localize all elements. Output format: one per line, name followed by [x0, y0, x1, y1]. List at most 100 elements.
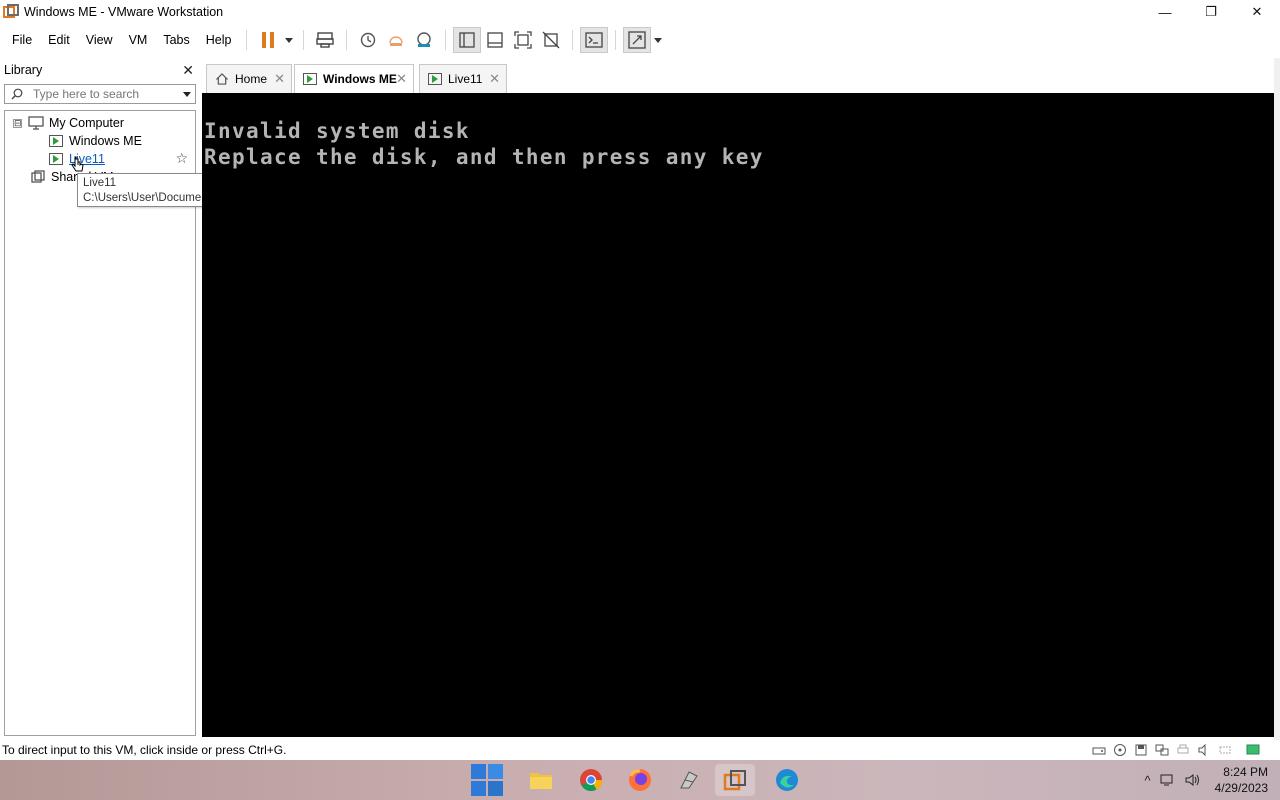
chrome-icon: [580, 769, 602, 791]
minimize-button[interactable]: —: [1142, 0, 1188, 24]
restore-button[interactable]: ❐: [1188, 0, 1234, 24]
network-adapter-icon[interactable]: [1155, 743, 1169, 757]
menu-edit[interactable]: Edit: [40, 26, 78, 54]
take-snapshot-button[interactable]: [354, 27, 382, 53]
stretch-guest-icon: [628, 31, 647, 49]
library-search[interactable]: [4, 84, 196, 104]
tab-home-close[interactable]: ✕: [274, 71, 285, 87]
system-tray: ^ 8:24 PM 4/29/2023: [1136, 760, 1280, 800]
file-explorer-icon: [530, 773, 552, 789]
file-explorer-button[interactable]: [521, 764, 561, 796]
menu-vm[interactable]: VM: [121, 26, 156, 54]
full-screen-button[interactable]: [509, 27, 537, 53]
pause-icon: [262, 32, 275, 48]
console-view-button[interactable]: [580, 27, 609, 53]
message-log-icon[interactable]: [1246, 743, 1260, 757]
revert-snapshot-button[interactable]: [382, 27, 410, 53]
hand-cursor-icon: [71, 156, 84, 172]
toolbar-separator: [246, 30, 248, 50]
tab-live11[interactable]: Live11 ✕: [419, 64, 507, 93]
taskbar-clock[interactable]: 8:24 PM 4/29/2023: [1215, 764, 1268, 796]
windows-taskbar: ^ 8:24 PM 4/29/2023: [0, 760, 1280, 800]
tab-strip: Home ✕ Windows ME ✕ Live11 ✕: [202, 64, 1280, 93]
revert-snapshot-icon: [389, 36, 404, 46]
stretch-guest-button[interactable]: [623, 27, 652, 53]
unity-icon: [542, 31, 560, 49]
clock-time: 8:24 PM: [1223, 765, 1268, 779]
show-hidden-icons-button[interactable]: ^: [1145, 773, 1151, 788]
stretch-dropdown[interactable]: [651, 27, 665, 53]
menu-help[interactable]: Help: [198, 26, 240, 54]
search-dropdown-icon[interactable]: [183, 92, 191, 97]
vmware-icon: [723, 770, 746, 791]
app-icon: [680, 771, 698, 789]
menu-bar: File Edit View VM Tabs Help: [0, 26, 1280, 54]
computer-icon: [28, 116, 44, 130]
vm-running-icon: [428, 73, 442, 85]
vm-running-icon: [49, 153, 63, 165]
tab-live11-close[interactable]: ✕: [489, 71, 500, 87]
menu-view[interactable]: View: [78, 26, 121, 54]
pinned-app-button[interactable]: [669, 764, 709, 796]
close-window-button[interactable]: ✕: [1234, 0, 1280, 24]
chevron-down-icon: [285, 37, 294, 43]
status-bar: To direct input to this VM, click inside…: [0, 740, 1280, 760]
tree-label-windows-me: Windows ME: [69, 134, 142, 148]
vmware-app-icon: [3, 4, 19, 20]
menu-tabs[interactable]: Tabs: [155, 26, 197, 54]
vm-console-display[interactable]: Invalid system disk Replace the disk, an…: [202, 93, 1280, 737]
vm-running-icon: [49, 135, 63, 147]
firefox-icon: [629, 769, 651, 791]
snapshot-icon: [361, 32, 376, 48]
cd-dvd-icon[interactable]: [1113, 743, 1127, 757]
volume-icon[interactable]: [1185, 773, 1201, 787]
library-search-input[interactable]: [33, 87, 173, 101]
usb-device-icon[interactable]: [1218, 743, 1232, 757]
power-dropdown[interactable]: [282, 27, 296, 53]
status-message: To direct input to this VM, click inside…: [2, 743, 287, 757]
firefox-button[interactable]: [620, 764, 660, 796]
tab-home[interactable]: Home ✕: [206, 64, 292, 93]
toolbar-separator: [303, 30, 305, 50]
tab-live11-label: Live11: [448, 72, 483, 86]
console-line-1: Invalid system disk: [204, 119, 470, 143]
chrome-button[interactable]: [571, 764, 611, 796]
snapshot-manager-button[interactable]: [410, 27, 438, 53]
toolbar-separator: [615, 30, 617, 50]
tree-item-my-computer[interactable]: ⊟ My Computer: [13, 114, 124, 132]
library-panel: Library ✕ ⊟ My Computer Windows ME Live1…: [0, 58, 200, 740]
collapse-expander-icon[interactable]: ⊟: [13, 118, 22, 128]
edge-icon: [776, 769, 798, 791]
show-library-button[interactable]: [453, 27, 482, 53]
thumbnail-bar-icon: [487, 32, 504, 48]
console-line-2: Replace the disk, and then press any key: [204, 145, 764, 169]
floppy-icon[interactable]: [1134, 743, 1148, 757]
library-view-icon: [459, 32, 476, 48]
tree-label-my-computer: My Computer: [49, 116, 125, 130]
tab-windows-me-close[interactable]: ✕: [396, 71, 407, 87]
menu-file[interactable]: File: [0, 26, 40, 54]
start-button[interactable]: [467, 764, 507, 796]
toolbar-separator: [572, 30, 574, 50]
printer-icon[interactable]: [1176, 743, 1190, 757]
toolbar-separator: [445, 30, 447, 50]
send-ctrl-alt-del-button[interactable]: [311, 27, 339, 53]
tab-windows-me[interactable]: Windows ME ✕: [294, 64, 414, 93]
clock-date: 4/29/2023: [1214, 781, 1268, 795]
search-icon: [11, 88, 23, 100]
pause-button[interactable]: [254, 27, 282, 53]
vmware-taskbar-button[interactable]: [715, 764, 755, 796]
tree-item-windows-me[interactable]: Windows ME: [49, 132, 142, 150]
title-bar: Windows ME - VMware Workstation — ❐ ✕: [0, 0, 1280, 24]
library-title: Library: [4, 63, 43, 77]
vertical-scrollbar[interactable]: [1274, 58, 1280, 740]
sound-card-icon[interactable]: [1197, 743, 1211, 757]
edge-button[interactable]: [767, 764, 807, 796]
unity-button[interactable]: [537, 27, 565, 53]
close-library-button[interactable]: ✕: [182, 62, 194, 79]
full-screen-icon: [514, 31, 533, 49]
thumbnail-bar-button[interactable]: [481, 27, 509, 53]
network-icon[interactable]: [1160, 773, 1176, 787]
hard-disk-icon[interactable]: [1092, 743, 1106, 757]
favorite-star-icon[interactable]: ☆: [175, 150, 188, 167]
